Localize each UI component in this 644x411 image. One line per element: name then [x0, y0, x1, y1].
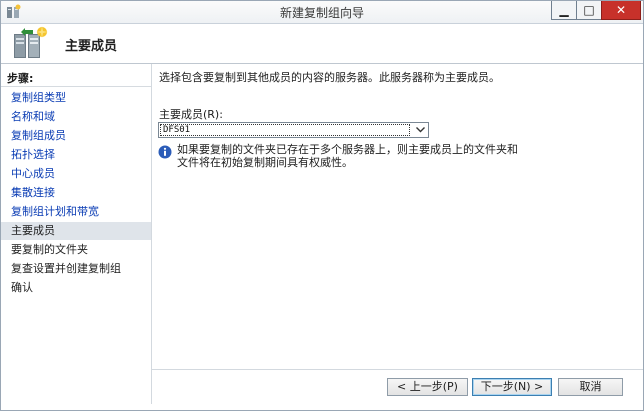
minimize-icon: ▁ [559, 3, 569, 17]
sidebar-item-primary-member: 主要成员 [1, 222, 151, 240]
sidebar-item-confirmation: 确认 [11, 281, 33, 294]
intro-text: 选择包含要复制到其他成员的内容的服务器。此服务器称为主要成员。 [159, 71, 500, 84]
minimize-button[interactable]: ▁ [551, 1, 577, 20]
title-bar[interactable]: 新建复制组向导 ▁ □ ✕ [1, 1, 643, 24]
footer-divider [152, 369, 643, 370]
info-line-2: 文件将在初始复制期间具有权威性。 [177, 156, 353, 169]
sidebar-item-review-settings: 复查设置并创建复制组 [11, 262, 121, 275]
back-button[interactable]: < 上一步(P) [387, 378, 468, 396]
maximize-button[interactable]: □ [576, 1, 602, 20]
cancel-button[interactable]: 取消 [558, 378, 623, 396]
page-title: 主要成员 [65, 39, 118, 54]
info-icon [158, 145, 172, 159]
sidebar-item-replication-group-members[interactable]: 复制组成员 [1, 127, 151, 145]
sidebar-item-hub-members[interactable]: 中心成员 [1, 165, 151, 183]
window-controls: ▁ □ ✕ [551, 1, 641, 21]
steps-sidebar: 步骤: 复制组类型 名称和域 复制组成员 拓扑选择 中心成员 集散连接 复制组计… [1, 64, 152, 404]
sidebar-item-topology-selection[interactable]: 拓扑选择 [1, 146, 151, 164]
sidebar-item-hub-and-spoke-connections[interactable]: 集散连接 [1, 184, 151, 202]
info-line-1: 如果要复制的文件夹已存在于多个服务器上，则主要成员上的文件夹和 [177, 143, 518, 156]
next-button[interactable]: 下一步(N) > [472, 378, 552, 396]
primary-member-select[interactable]: DFS01 [158, 122, 429, 138]
window-title: 新建复制组向导 [279, 6, 364, 20]
replication-group-server-icon [11, 26, 49, 60]
sidebar-item-replication-group-type[interactable]: 复制组类型 [1, 89, 151, 107]
main-content: 选择包含要复制到其他成员的内容的服务器。此服务器称为主要成员。 主要成员(R):… [152, 64, 643, 369]
primary-member-label: 主要成员(R): [159, 108, 223, 121]
primary-member-value: DFS01 [160, 124, 410, 136]
sidebar-item-name-and-domain[interactable]: 名称和域 [1, 108, 151, 126]
close-button[interactable]: ✕ [601, 1, 641, 20]
sidebar-item-folders-to-replicate: 要复制的文件夹 [11, 243, 88, 256]
steps-heading: 步骤: [7, 72, 34, 85]
wizard-header: 主要成员 [1, 24, 643, 63]
info-message: 如果要复制的文件夹已存在于多个服务器上，则主要成员上的文件夹和 文件将在初始复制… [177, 143, 518, 169]
maximize-icon: □ [583, 3, 595, 17]
steps-divider [1, 86, 151, 87]
close-icon: ✕ [615, 3, 627, 17]
wizard-window: 新建复制组向导 ▁ □ ✕ 主要成员 步骤: 复制组类型 名称和域 复制组成员 … [0, 0, 644, 411]
sidebar-item-schedule-and-bandwidth[interactable]: 复制组计划和带宽 [1, 203, 151, 221]
chevron-down-icon[interactable] [412, 123, 428, 137]
